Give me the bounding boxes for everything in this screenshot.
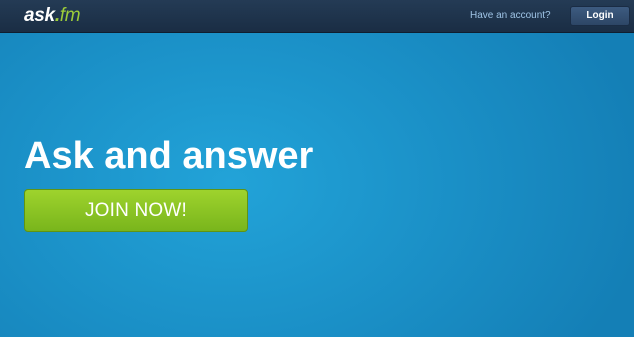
hero-section: Ask and answer JOIN NOW! [0,33,634,337]
top-navigation-bar: ask.fm Have an account? Login [0,0,634,33]
hero-headline: Ask and answer [24,135,314,177]
logo-fm-text: fm [59,5,81,26]
logo-ask-text: ask [24,5,55,26]
askfm-logo[interactable]: ask.fm [24,5,81,27]
have-account-text: Have an account? [470,10,551,21]
login-button[interactable]: Login [570,6,630,26]
join-now-button[interactable]: JOIN NOW! [24,189,248,232]
